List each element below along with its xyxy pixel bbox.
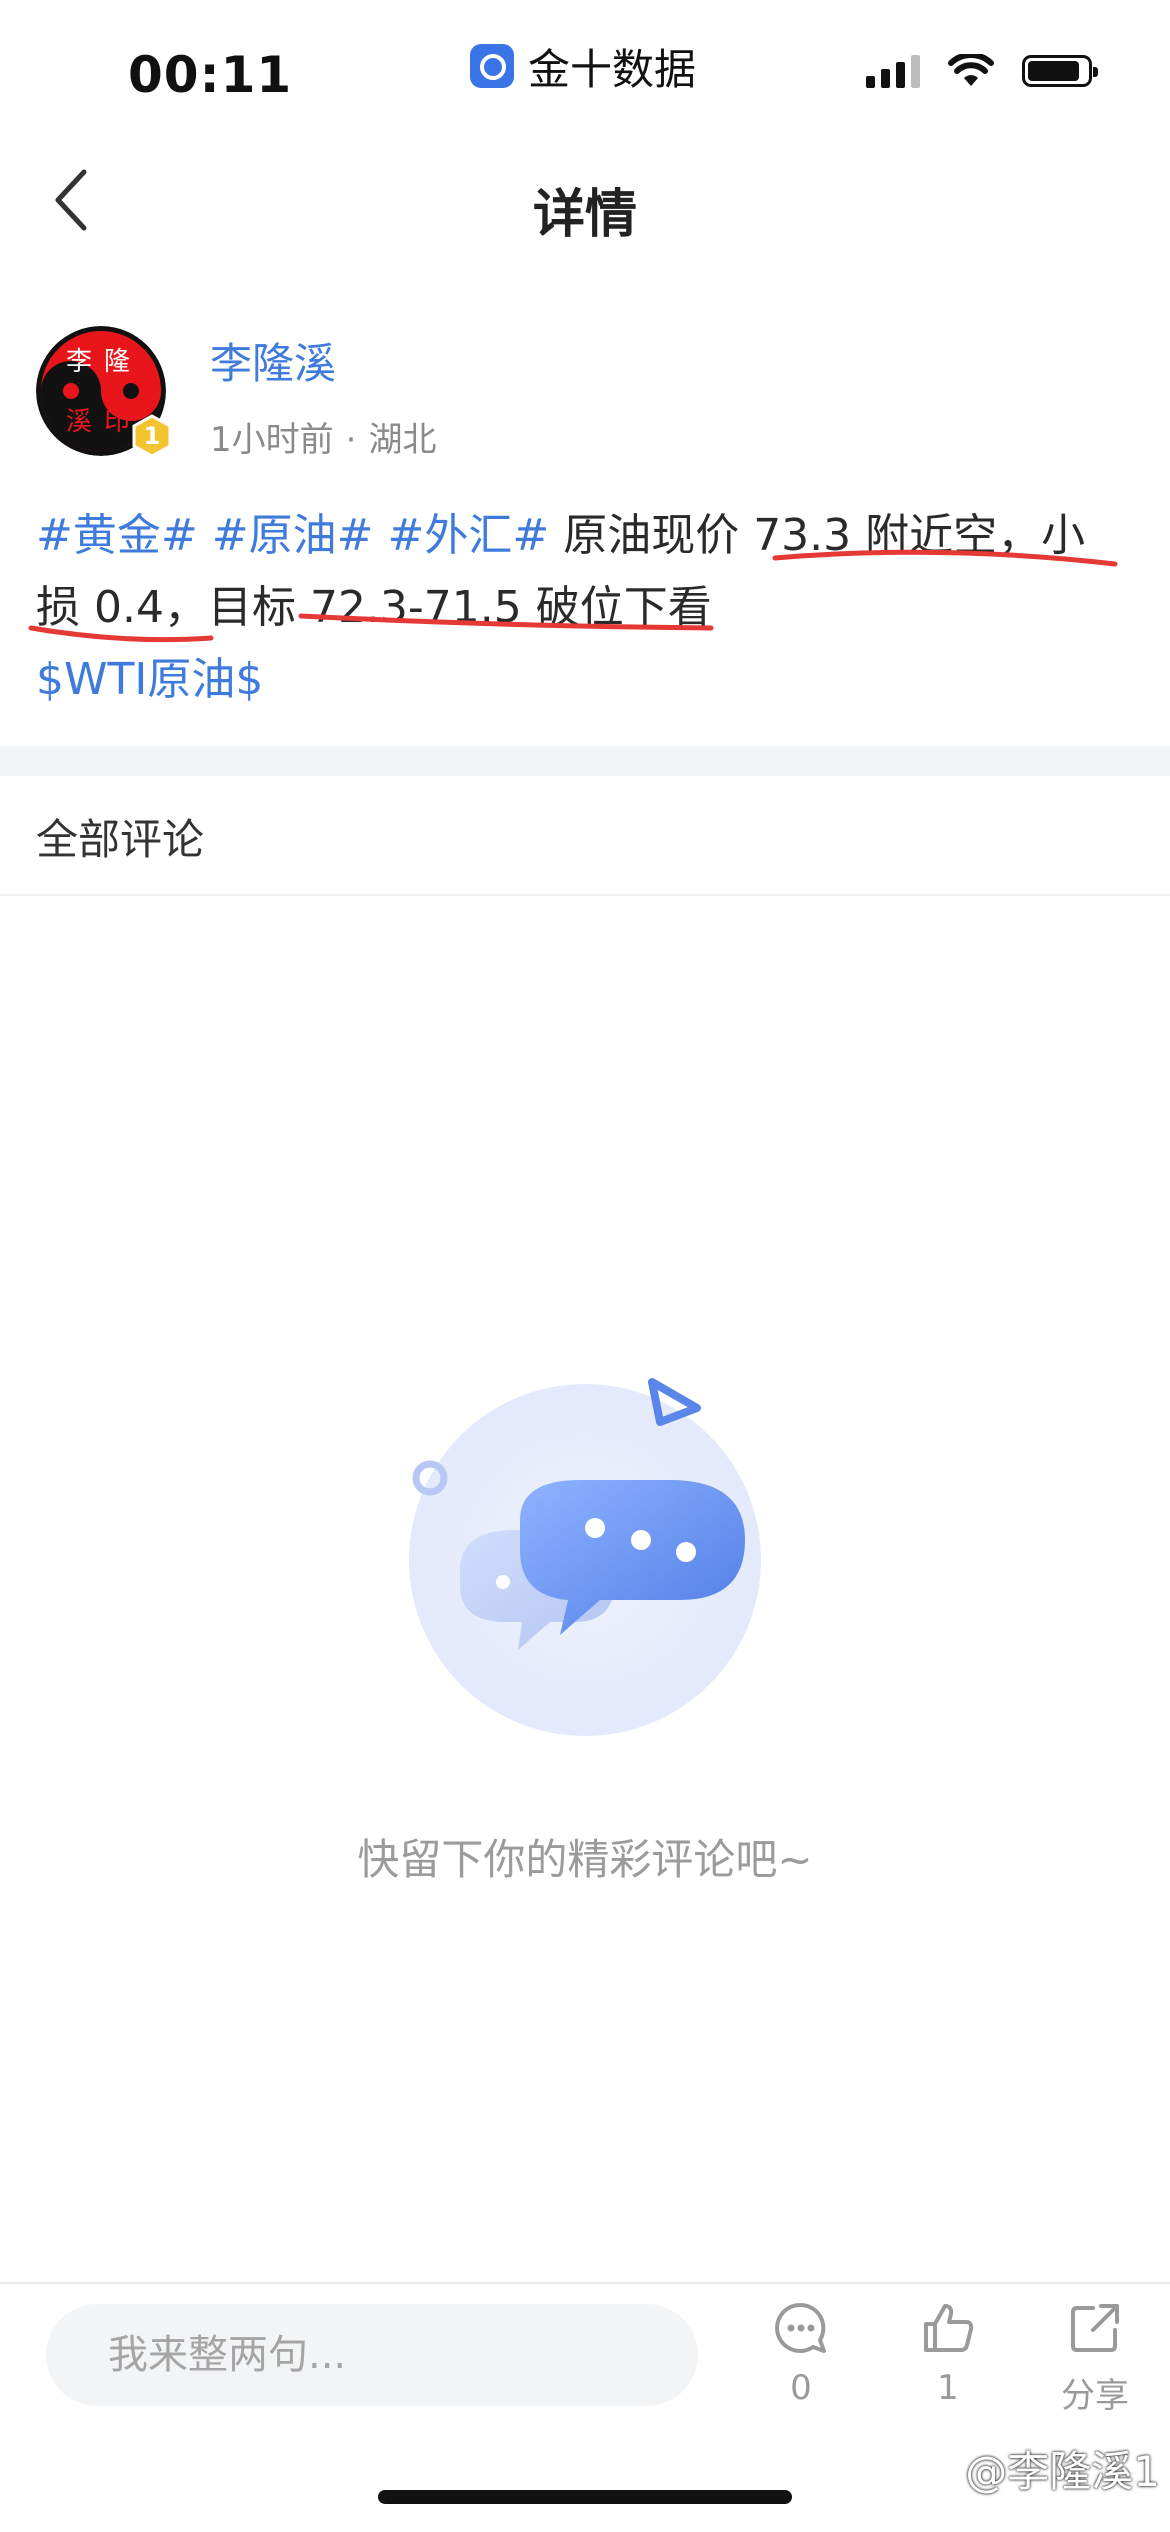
page-title: 详情: [532, 185, 637, 245]
svg-text:溪: 溪: [66, 407, 92, 436]
watermark: @李隆溪1: [965, 2447, 1160, 2496]
section-divider: [0, 746, 1170, 776]
cellular-signal-icon: [866, 54, 920, 88]
meta-separator: ·: [345, 420, 357, 460]
annotation-underline: [28, 625, 214, 643]
level-badge: 1: [132, 414, 172, 458]
status-time: 00:11: [128, 46, 293, 104]
post-location: 湖北: [368, 420, 437, 460]
annotation-underline: [298, 613, 714, 631]
svg-text:隆: 隆: [104, 347, 130, 376]
topic-tag[interactable]: #外汇#: [387, 510, 549, 561]
annotation-underline: [772, 549, 1118, 567]
status-icons: [866, 54, 1098, 88]
comments-header: 全部评论: [36, 815, 205, 864]
thumbs-up-icon: [924, 2304, 974, 2352]
share-button[interactable]: 分享: [1040, 2300, 1150, 2417]
level-number: 1: [143, 422, 161, 450]
svg-text:印: 印: [104, 407, 130, 436]
app-icon: [470, 44, 514, 88]
share-icon: [1071, 2304, 1119, 2352]
wifi-icon: [948, 54, 994, 86]
post-time: 1小时前: [210, 420, 334, 460]
svg-text:李: 李: [66, 347, 92, 376]
comment-count: 0: [790, 2368, 812, 2408]
nav-bar: 详情: [0, 140, 1170, 260]
comment-button[interactable]: 0: [746, 2300, 856, 2408]
app-name: 金十数据: [528, 44, 697, 94]
bottom-bar-divider: [0, 2282, 1170, 2284]
topic-tag[interactable]: #原油#: [212, 510, 374, 561]
comment-input[interactable]: [46, 2304, 698, 2406]
author-name[interactable]: 李隆溪: [210, 330, 336, 391]
comment-icon: [775, 2302, 826, 2353]
topic-tag[interactable]: #黄金#: [36, 510, 198, 561]
home-indicator[interactable]: [378, 2490, 792, 2504]
like-button[interactable]: 1: [893, 2300, 1003, 2408]
empty-comments-icon: [409, 1378, 761, 1736]
comments-divider: [0, 894, 1170, 896]
back-to-app-pill[interactable]: 金十数据: [470, 38, 696, 94]
battery-icon: [1022, 55, 1098, 87]
share-label: 分享: [1061, 2376, 1129, 2416]
stock-tag[interactable]: $WTI原油$: [36, 654, 263, 705]
status-bar: 00:11 金十数据: [0, 0, 1170, 140]
empty-comments-text: 快留下你的精彩评论吧~: [357, 1835, 813, 1884]
like-count: 1: [937, 2368, 959, 2408]
avatar[interactable]: 李 隆 溪 印 1: [36, 326, 172, 458]
post-meta: 1小时前 · 湖北: [210, 412, 436, 461]
